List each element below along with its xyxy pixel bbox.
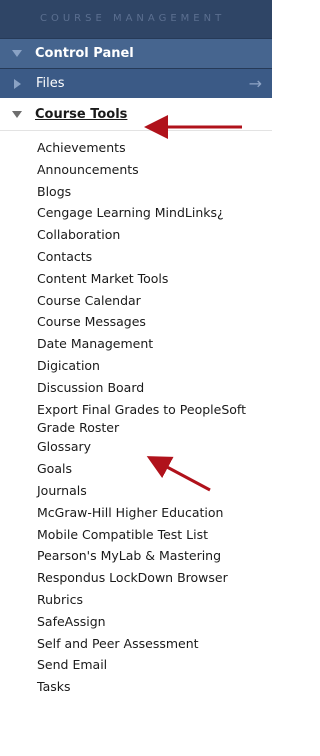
control-panel-item[interactable]: Control Panel <box>0 38 272 68</box>
files-label: Files <box>36 76 65 91</box>
section-header: COURSE MANAGEMENT <box>0 0 272 38</box>
tool-item[interactable]: Journals <box>37 480 272 502</box>
tool-item[interactable]: Send Email <box>37 654 272 676</box>
tool-item[interactable]: Self and Peer Assessment <box>37 633 272 655</box>
tool-item[interactable]: Glossary <box>37 436 272 458</box>
tool-item[interactable]: Content Market Tools <box>37 268 272 290</box>
tool-item[interactable]: Collaboration <box>37 224 272 246</box>
tool-item[interactable]: SafeAssign <box>37 611 272 633</box>
files-item[interactable]: Files → <box>0 68 272 98</box>
tool-item-grade-roster[interactable]: Grade Roster <box>37 420 272 436</box>
tool-item[interactable]: Goals <box>37 458 272 480</box>
course-management-panel: COURSE MANAGEMENT Control Panel Files → … <box>0 0 272 698</box>
tool-item[interactable]: Date Management <box>37 333 272 355</box>
tool-item[interactable]: McGraw-Hill Higher Education <box>37 502 272 524</box>
tool-item[interactable]: Announcements <box>37 159 272 181</box>
course-tools-header[interactable]: Course Tools <box>0 98 272 131</box>
tool-item[interactable]: Mobile Compatible Test List <box>37 524 272 546</box>
control-panel-label: Control Panel <box>35 46 134 61</box>
tool-item[interactable]: Course Messages <box>37 311 272 333</box>
triangle-down-icon[interactable] <box>12 110 22 118</box>
course-tools-label[interactable]: Course Tools <box>35 107 127 122</box>
triangle-right-icon[interactable] <box>14 78 21 89</box>
tool-item[interactable]: Discussion Board <box>37 377 272 399</box>
tool-item[interactable]: Blogs <box>37 181 272 203</box>
tool-item[interactable]: Cengage Learning MindLinks¿ <box>37 202 272 224</box>
tool-item-export-grades[interactable]: Export Final Grades to PeopleSoft <box>37 399 272 421</box>
tool-item[interactable]: Tasks <box>37 676 272 698</box>
arrow-right-icon[interactable]: → <box>249 75 262 92</box>
tool-item[interactable]: Pearson's MyLab & Mastering <box>37 545 272 567</box>
tool-item[interactable]: Achievements <box>37 137 272 159</box>
triangle-down-icon[interactable] <box>12 50 22 57</box>
tool-item[interactable]: Digication <box>37 355 272 377</box>
tool-item[interactable]: Rubrics <box>37 589 272 611</box>
tool-item[interactable]: Contacts <box>37 246 272 268</box>
tool-item[interactable]: Respondus LockDown Browser <box>37 567 272 589</box>
course-tools-list: Achievements Announcements Blogs Cengage… <box>0 131 272 698</box>
tool-item[interactable]: Course Calendar <box>37 290 272 312</box>
